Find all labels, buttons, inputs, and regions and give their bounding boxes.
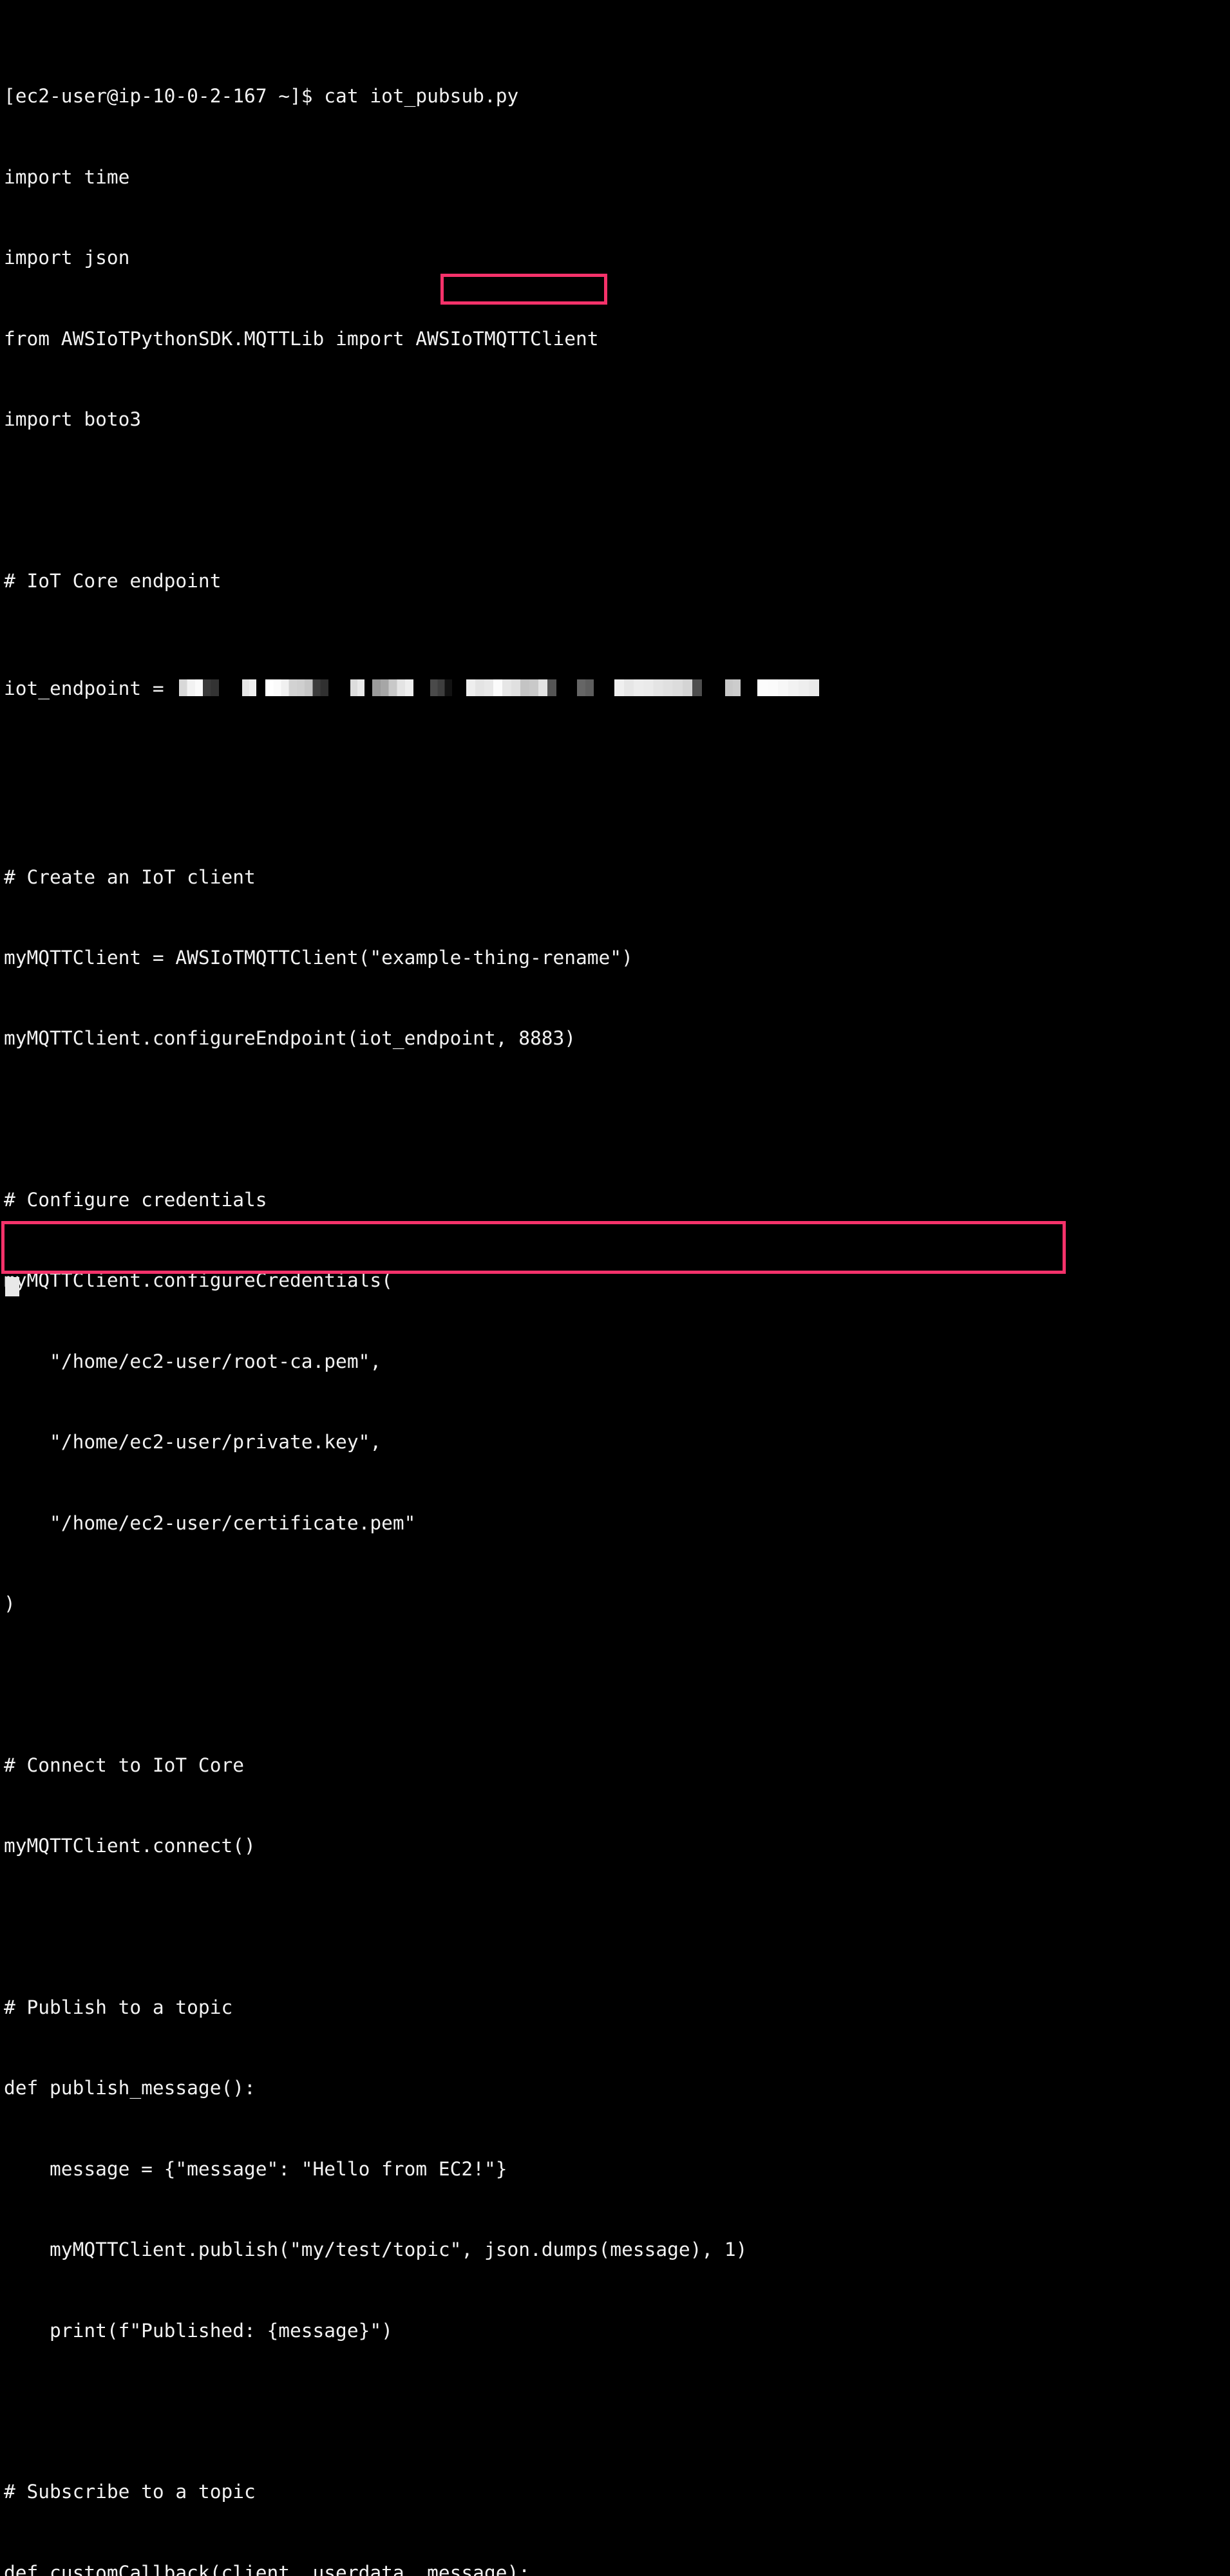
terminal-line: # Subscribe to a topic (4, 2481, 256, 2503)
redaction-block (614, 679, 702, 696)
redaction-block (372, 679, 413, 696)
terminal-line: # Publish to a topic (4, 1996, 233, 2018)
terminal-line: "/home/ec2-user/private.key", (4, 1431, 382, 1454)
redaction-block (242, 679, 256, 696)
terminal-line: # Connect to IoT Core (4, 1754, 244, 1776)
redaction-block (577, 679, 594, 696)
terminal-line: myMQTTClient.connect() (4, 1835, 256, 1857)
terminal-line: def publish_message(): (4, 2077, 256, 2099)
terminal-line: def customCallback(client, userdata, mes… (4, 2561, 530, 2576)
terminal-line: myMQTTClient.configureCredentials( (4, 1269, 393, 1292)
terminal-line: # IoT Core endpoint (4, 569, 222, 592)
redaction-block (430, 679, 452, 696)
terminal-line: import boto3 (4, 408, 142, 430)
terminal-line: # Create an IoT client (4, 866, 256, 888)
redaction-block (265, 679, 328, 696)
terminal-cursor (5, 1277, 19, 1296)
terminal-line: "/home/ec2-user/certificate.pem" (4, 1511, 416, 1534)
terminal-line: ) (4, 1593, 15, 1615)
redaction-block (466, 679, 556, 696)
redaction-block (757, 679, 819, 696)
redaction-block (350, 679, 364, 696)
redaction-block (179, 679, 219, 696)
terminal-line: message = {"message": "Hello from EC2!"} (4, 2157, 507, 2180)
terminal-line: print(f"Published: {message}") (4, 2319, 393, 2342)
terminal-line: import json (4, 247, 130, 269)
redacted-endpoint-value (179, 679, 819, 696)
terminal-line: myMQTTClient.configureEndpoint(iot_endpo… (4, 1027, 576, 1050)
terminal-line: [ec2-user@ip-10-0-2-167 ~]$ cat iot_pubs… (4, 85, 519, 108)
terminal-line: "/home/ec2-user/root-ca.pem", (4, 1350, 382, 1372)
terminal-line-endpoint: iot_endpoint = (4, 676, 1230, 703)
terminal-window[interactable]: [ec2-user@ip-10-0-2-167 ~]$ cat iot_pubs… (0, 0, 1230, 2576)
redaction-block (725, 679, 741, 696)
terminal-line: myMQTTClient = AWSIoTMQTTClient("example… (4, 946, 633, 969)
endpoint-assignment-text: iot_endpoint = (4, 677, 176, 699)
terminal-line: from AWSIoTPythonSDK.MQTTLib import AWSI… (4, 327, 599, 350)
terminal-line: import time (4, 166, 130, 188)
terminal-text-buffer: [ec2-user@ip-10-0-2-167 ~]$ cat iot_pubs… (4, 3, 1230, 2576)
terminal-line: # Configure credentials (4, 1189, 267, 1211)
terminal-line: myMQTTClient.publish("my/test/topic", js… (4, 2239, 748, 2261)
